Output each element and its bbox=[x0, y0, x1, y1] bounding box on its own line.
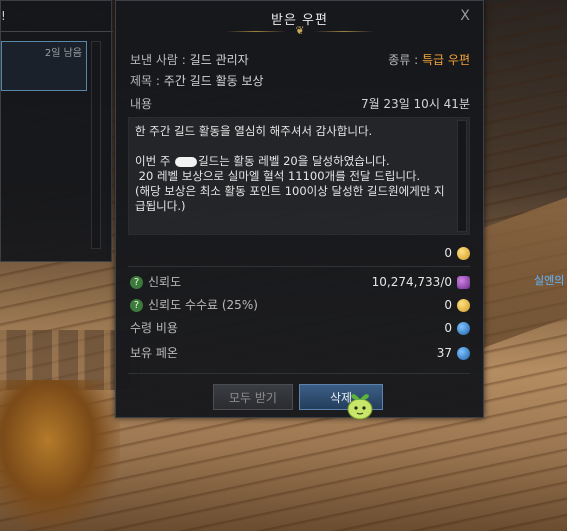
held-pheon-label: 보유 페온 bbox=[130, 346, 178, 360]
mail-list-scrollbar[interactable] bbox=[91, 41, 101, 249]
receive-all-button[interactable]: 모두 받기 bbox=[213, 384, 293, 410]
header-ornament-line-right bbox=[314, 31, 374, 32]
header-ornament-icon: ❦ bbox=[295, 24, 305, 37]
mail-list-item-days: 2일 남음 bbox=[44, 48, 82, 59]
trust-fee-row: ? 신뢰도 수수료 (25%) 0 bbox=[130, 295, 472, 315]
kind-group: 종류 : 특급 우편 bbox=[388, 51, 470, 69]
mail-body-box[interactable]: 한 주간 길드 활동을 열심히 해주셔서 감사합니다. 이번 주 길드는 활동 … bbox=[128, 117, 470, 235]
trust-fee-coin-icon bbox=[457, 299, 470, 312]
trust-fee-value: 0 bbox=[444, 298, 452, 312]
sender-label: 보낸 사람 : bbox=[130, 53, 186, 67]
npc-nameplate[interactable]: 실엔의 bbox=[534, 272, 564, 288]
body-line-4: (해당 보상은 최소 활동 포인트 100이상 달성한 길드원에게만 지 bbox=[135, 184, 445, 198]
content-header-row: 내용 7월 23일 10시 41분 bbox=[130, 95, 470, 113]
sender-row: 보낸 사람 : 길드 관리자 종류 : 특급 우편 bbox=[130, 51, 470, 69]
body-line-2-post: 길드는 활동 레벨 20을 달성하였습니다. bbox=[198, 154, 390, 168]
trust-help-icon[interactable]: ? bbox=[130, 276, 143, 289]
sprout-mascot-icon bbox=[347, 394, 373, 420]
body-line-3: 20 레벨 보상으로 실마엘 혈석 11100개를 전달 드립니다. bbox=[135, 169, 421, 183]
subject-label: 제목 : bbox=[130, 74, 160, 88]
mail-body-scrollbar[interactable] bbox=[457, 120, 467, 232]
body-line-1: 한 주간 길드 활동을 열심히 해주셔서 감사합니다. bbox=[135, 124, 373, 138]
trust-row: ? 신뢰도 10,274,733/0 bbox=[130, 272, 472, 292]
close-button[interactable]: X bbox=[457, 8, 473, 24]
mail-list-divider bbox=[1, 31, 113, 32]
attachment-divider bbox=[128, 266, 470, 267]
scene-tree bbox=[0, 380, 120, 531]
content-label: 내용 bbox=[130, 97, 153, 111]
mail-list-title-fragment: ! bbox=[1, 9, 6, 23]
body-line-5: 급됩니다.) bbox=[135, 199, 186, 213]
subject-value: 주간 길드 활동 보상 bbox=[163, 74, 264, 88]
header-ornament-line-left bbox=[226, 31, 286, 32]
footer-divider bbox=[128, 373, 470, 374]
mail-date: 7월 23일 10시 41분 bbox=[360, 97, 470, 111]
trust-fee-help-icon[interactable]: ? bbox=[130, 299, 143, 312]
receive-cost-row: 수령 비용 0 bbox=[130, 318, 472, 338]
kind-label: 종류 : bbox=[388, 53, 419, 67]
trust-icon bbox=[457, 276, 470, 289]
gold-row: 0 bbox=[130, 243, 472, 263]
redacted-guild-name bbox=[175, 156, 198, 167]
receive-cost-value: 0 bbox=[444, 321, 452, 335]
pheon-held-icon bbox=[457, 347, 470, 360]
kind-value: 특급 우편 bbox=[422, 53, 470, 67]
mail-list-item[interactable]: 2일 남음 bbox=[1, 41, 87, 91]
mail-body-text: 한 주간 길드 활동을 열심히 해주셔서 감사합니다. 이번 주 길드는 활동 … bbox=[135, 124, 445, 214]
gold-amount: 0 bbox=[444, 246, 452, 260]
received-mail-window: 받은 우편 ❦ X 보낸 사람 : 길드 관리자 종류 : 특급 우편 제목 :… bbox=[115, 0, 484, 418]
trust-fee-label: 신뢰도 수수료 (25%) bbox=[148, 298, 258, 312]
held-pheon-row: 보유 페온 37 bbox=[130, 343, 472, 363]
receive-cost-label: 수령 비용 bbox=[130, 321, 178, 335]
body-line-2-pre: 이번 주 bbox=[135, 154, 175, 168]
gold-coin-icon bbox=[457, 247, 470, 260]
trust-label: 신뢰도 bbox=[148, 275, 182, 289]
trust-value: 10,274,733/0 bbox=[371, 275, 452, 289]
sender-value: 길드 관리자 bbox=[189, 53, 249, 67]
subject-row: 제목 : 주간 길드 활동 보상 bbox=[130, 72, 470, 90]
pheon-cost-icon bbox=[457, 322, 470, 335]
held-pheon-value: 37 bbox=[436, 346, 452, 360]
mail-list-window: ! 2일 남음 bbox=[0, 0, 113, 262]
